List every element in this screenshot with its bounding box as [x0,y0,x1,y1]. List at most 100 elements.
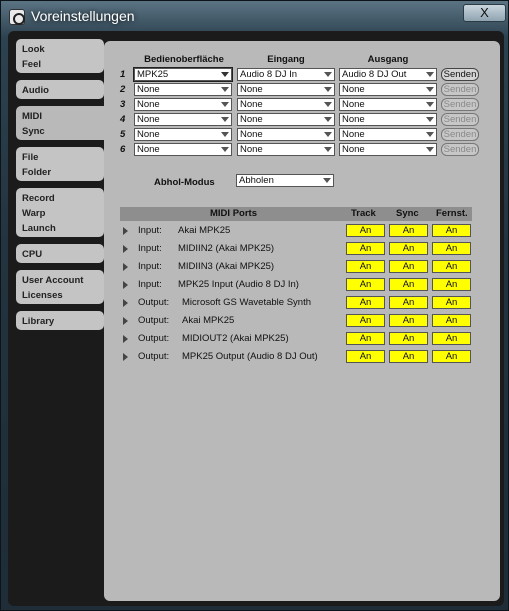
remote-toggle[interactable]: An [432,314,471,327]
tab-look-feel[interactable]: Look Feel [16,39,104,73]
sync-toggle[interactable]: An [389,242,428,255]
midi-port-row: Output: MPK25 Output (Audio 8 DJ Out) An… [120,349,480,365]
tab-cpu[interactable]: CPU [16,244,104,263]
port-direction: Input: [138,225,162,236]
row-number: 1 [120,69,126,80]
surface-select[interactable]: None [134,83,232,96]
expand-triangle-icon[interactable] [123,263,128,271]
input-select[interactable]: None [237,113,335,126]
remote-toggle[interactable]: An [432,278,471,291]
output-select[interactable]: None [339,128,437,141]
remote-toggle[interactable]: An [432,296,471,309]
select-value: None [240,129,263,140]
chevron-down-icon [324,147,332,152]
select-value: None [137,144,160,155]
input-select[interactable]: None [237,98,335,111]
select-value: Abholen [239,175,274,186]
track-toggle[interactable]: An [346,350,385,363]
sync-toggle[interactable]: An [389,314,428,327]
surface-select[interactable]: None [134,113,232,126]
send-button[interactable]: Senden [441,128,479,141]
track-toggle[interactable]: An [346,314,385,327]
sync-toggle[interactable]: An [389,332,428,345]
chevron-down-icon [221,87,229,92]
midi-sync-panel: Bedienoberfläche Eingang Ausgang 1 MPK25… [104,41,500,601]
midi-port-row: Output: Microsoft GS Wavetable Synth An … [120,295,480,311]
expand-triangle-icon[interactable] [123,335,128,343]
tab-label: Audio [22,85,49,96]
port-name: MPK25 Input (Audio 8 DJ In) [178,279,299,290]
chevron-down-icon [221,102,229,107]
port-direction: Output: [138,315,170,326]
select-value: None [342,114,365,125]
chevron-down-icon [426,87,434,92]
sync-toggle[interactable]: An [389,224,428,237]
output-select[interactable]: Audio 8 DJ Out [339,68,437,81]
chevron-down-icon [221,132,229,137]
port-direction: Input: [138,243,162,254]
select-value: None [240,144,263,155]
expand-triangle-icon[interactable] [123,245,128,253]
row-number: 6 [120,144,126,155]
sync-toggle[interactable]: An [389,260,428,273]
expand-triangle-icon[interactable] [123,281,128,289]
select-value: None [137,99,160,110]
output-select[interactable]: None [339,143,437,156]
chevron-down-icon [426,72,434,77]
input-select[interactable]: None [237,128,335,141]
select-value: None [240,99,263,110]
tab-label: Look [22,44,45,55]
midi-port-row: Output: MIDIOUT2 (Akai MPK25) An An An [120,331,480,347]
surface-select[interactable]: MPK25 [133,67,233,82]
surface-select[interactable]: None [134,128,232,141]
tab-label: Folder [22,167,52,178]
surface-select[interactable]: None [134,98,232,111]
remote-toggle[interactable]: An [432,350,471,363]
tab-audio[interactable]: Audio [16,80,104,99]
output-select[interactable]: None [339,98,437,111]
sync-toggle[interactable]: An [389,296,428,309]
input-select[interactable]: None [237,83,335,96]
output-select[interactable]: None [339,113,437,126]
sync-toggle[interactable]: An [389,278,428,291]
title-bar[interactable]: Voreinstellungen X [1,1,509,31]
chevron-down-icon [324,72,332,77]
remote-toggle[interactable]: An [432,332,471,345]
midi-port-row: Output: Akai MPK25 An An An [120,313,480,329]
expand-triangle-icon[interactable] [123,299,128,307]
track-toggle[interactable]: An [346,332,385,345]
input-select[interactable]: Audio 8 DJ In [237,68,335,81]
select-value: None [342,99,365,110]
remote-toggle[interactable]: An [432,242,471,255]
tab-user-account-licenses[interactable]: User Account Licenses [16,270,104,304]
remote-toggle[interactable]: An [432,224,471,237]
expand-triangle-icon[interactable] [123,353,128,361]
tab-record-warp-launch[interactable]: Record Warp Launch [16,188,104,237]
track-toggle[interactable]: An [346,296,385,309]
takeover-select[interactable]: Abholen [236,174,334,187]
send-button[interactable]: Senden [441,98,479,111]
send-button[interactable]: Senden [441,83,479,96]
track-toggle[interactable]: An [346,224,385,237]
track-toggle[interactable]: An [346,278,385,291]
tab-midi-sync[interactable]: MIDI Sync [16,106,116,140]
expand-triangle-icon[interactable] [123,317,128,325]
port-direction: Input: [138,261,162,272]
track-toggle[interactable]: An [346,242,385,255]
sync-toggle[interactable]: An [389,350,428,363]
send-button[interactable]: Senden [441,68,479,81]
port-direction: Output: [138,333,170,344]
midi-ports-header: MIDI Ports Track Sync Fernst. [120,207,472,221]
midi-port-row: Input: Akai MPK25 An An An [120,223,480,239]
remote-toggle[interactable]: An [432,260,471,273]
tab-library[interactable]: Library [16,311,104,330]
expand-triangle-icon[interactable] [123,227,128,235]
send-button[interactable]: Senden [441,143,479,156]
tab-file-folder[interactable]: File Folder [16,147,104,181]
surface-select[interactable]: None [134,143,232,156]
close-button[interactable]: X [463,4,506,22]
send-button[interactable]: Senden [441,113,479,126]
output-select[interactable]: None [339,83,437,96]
input-select[interactable]: None [237,143,335,156]
track-toggle[interactable]: An [346,260,385,273]
